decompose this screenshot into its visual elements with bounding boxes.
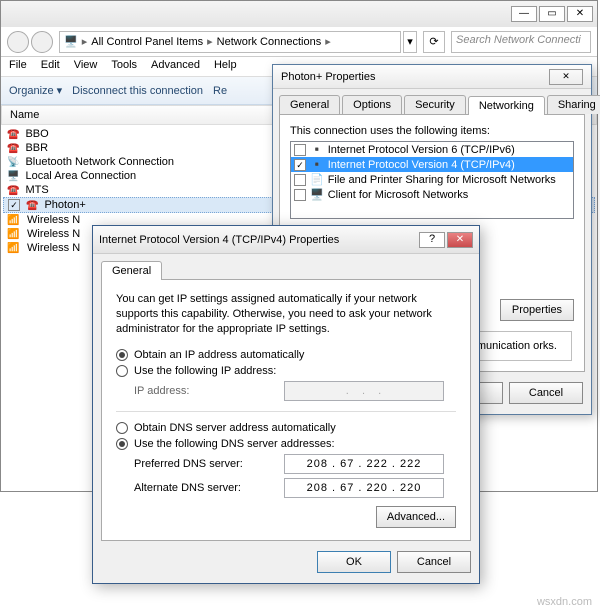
alternate-dns-input[interactable]: 208 . 67 . 220 . 220	[284, 478, 444, 498]
dialup-icon	[7, 128, 19, 140]
search-input[interactable]: Search Network Connecti	[451, 31, 591, 53]
properties-button[interactable]: Properties	[500, 299, 574, 321]
checkbox-icon[interactable]	[294, 189, 306, 201]
list-item-client-ms[interactable]: 🖥️ Client for Microsoft Networks	[291, 187, 573, 202]
maximize-button[interactable]: ▭	[539, 6, 565, 22]
network-items-list[interactable]: ▪️ Internet Protocol Version 6 (TCP/IPv6…	[290, 141, 574, 219]
chevron-right-icon: ▸	[207, 35, 213, 48]
window-titlebar: — ▭ ✕	[1, 1, 597, 27]
tab-strip: General Options Security Networking Shar…	[279, 95, 585, 114]
service-icon: 🖥️	[310, 188, 324, 201]
address-bar: 🖥️ ▸ All Control Panel Items ▸ Network C…	[1, 27, 597, 57]
tab-panel-general: You can get IP settings assigned automat…	[101, 279, 471, 541]
minimize-button[interactable]: —	[511, 6, 537, 22]
radio-dns-auto[interactable]: Obtain DNS server address automatically	[116, 422, 456, 434]
dialog-title: Internet Protocol Version 4 (TCP/IPv4) P…	[99, 234, 339, 246]
connection-label: Local Area Connection	[25, 170, 136, 182]
dialup-icon	[7, 142, 19, 154]
checkbox-icon[interactable]	[294, 144, 306, 156]
ip-address-input: . . .	[284, 381, 444, 401]
nav-back-button[interactable]	[7, 31, 29, 53]
rename-button[interactable]: Re	[213, 85, 227, 97]
radio-icon	[116, 438, 128, 450]
connection-label: MTS	[25, 184, 48, 196]
radio-icon	[116, 365, 128, 377]
connection-label: Bluetooth Network Connection	[25, 156, 174, 168]
tab-networking[interactable]: Networking	[468, 96, 545, 115]
net-icon	[7, 170, 19, 182]
folder-icon: 🖥️	[64, 35, 78, 48]
advanced-button[interactable]: Advanced...	[376, 506, 456, 528]
radio-icon	[116, 349, 128, 361]
disconnect-button[interactable]: Disconnect this connection	[72, 85, 203, 97]
chevron-right-icon: ▸	[82, 35, 88, 48]
breadcrumb-item-network-connections[interactable]: Network Connections	[217, 36, 322, 48]
checkbox-icon[interactable]: ✓	[8, 199, 20, 211]
connection-label: Photon+	[44, 199, 85, 211]
items-label: This connection uses the following items…	[290, 125, 574, 137]
organize-button[interactable]: Organize ▾	[9, 84, 62, 97]
close-button[interactable]: ✕	[447, 232, 473, 248]
info-text: You can get IP settings assigned automat…	[116, 292, 456, 337]
cancel-button[interactable]: Cancel	[509, 382, 583, 404]
breadcrumb[interactable]: 🖥️ ▸ All Control Panel Items ▸ Network C…	[59, 31, 401, 53]
tab-general[interactable]: General	[101, 261, 162, 280]
alternate-dns-label: Alternate DNS server:	[134, 482, 284, 494]
tcpip-properties-dialog: Internet Protocol Version 4 (TCP/IPv4) P…	[92, 225, 480, 584]
list-item-ipv4[interactable]: ✓ ▪️ Internet Protocol Version 4 (TCP/IP…	[291, 157, 573, 172]
chevron-down-icon: ▾	[57, 84, 63, 97]
bt-icon	[7, 156, 19, 168]
connection-label: BBR	[25, 142, 48, 154]
dialog-titlebar: Internet Protocol Version 4 (TCP/IPv4) P…	[93, 226, 479, 254]
tab-sharing[interactable]: Sharing	[547, 95, 600, 114]
radio-dns-manual[interactable]: Use the following DNS server addresses:	[116, 438, 456, 450]
menu-tools[interactable]: Tools	[111, 59, 137, 74]
breadcrumb-dropdown[interactable]: ▾	[403, 31, 417, 53]
ip-address-label: IP address:	[134, 385, 284, 397]
tab-general[interactable]: General	[279, 95, 340, 114]
menu-advanced[interactable]: Advanced	[151, 59, 200, 74]
nav-forward-button[interactable]	[31, 31, 53, 53]
cancel-button[interactable]: Cancel	[397, 551, 471, 573]
connection-label: BBO	[25, 128, 48, 140]
tab-options[interactable]: Options	[342, 95, 402, 114]
breadcrumb-item-control-panel[interactable]: All Control Panel Items	[91, 36, 203, 48]
connection-label: Wireless N	[27, 228, 80, 240]
signal-icon	[7, 214, 21, 226]
radio-ip-manual[interactable]: Use the following IP address:	[116, 365, 456, 377]
menu-view[interactable]: View	[74, 59, 98, 74]
dialog-title: Photon+ Properties	[281, 71, 375, 83]
close-button[interactable]: ✕	[567, 6, 593, 22]
tab-security[interactable]: Security	[404, 95, 466, 114]
protocol-icon: ▪️	[310, 143, 324, 156]
radio-icon	[116, 422, 128, 434]
menu-edit[interactable]: Edit	[41, 59, 60, 74]
menu-help[interactable]: Help	[214, 59, 237, 74]
watermark-text: wsxdn.com	[537, 596, 592, 608]
dialog-close-button[interactable]: ✕	[549, 69, 583, 85]
dialog-titlebar: Photon+ Properties ✕	[273, 65, 591, 89]
checkbox-icon[interactable]	[294, 174, 306, 186]
signal-icon	[7, 242, 21, 254]
help-button[interactable]: ?	[419, 232, 445, 248]
preferred-dns-label: Preferred DNS server:	[134, 458, 284, 470]
connection-label: Wireless N	[27, 242, 80, 254]
dialup-icon	[7, 184, 19, 196]
protocol-icon: ▪️	[310, 158, 324, 171]
menu-file[interactable]: File	[9, 59, 27, 74]
dialup-icon	[26, 199, 38, 211]
preferred-dns-input[interactable]: 208 . 67 . 222 . 222	[284, 454, 444, 474]
ok-button[interactable]: OK	[317, 551, 391, 573]
signal-icon	[7, 228, 21, 240]
list-item-file-sharing[interactable]: 📄 File and Printer Sharing for Microsoft…	[291, 172, 573, 187]
refresh-button[interactable]: ⟳	[423, 31, 445, 53]
radio-ip-auto[interactable]: Obtain an IP address automatically	[116, 349, 456, 361]
list-item-ipv6[interactable]: ▪️ Internet Protocol Version 6 (TCP/IPv6…	[291, 142, 573, 157]
service-icon: 📄	[310, 173, 324, 186]
checkbox-icon[interactable]: ✓	[294, 159, 306, 171]
chevron-right-icon: ▸	[325, 35, 331, 48]
connection-label: Wireless N	[27, 214, 80, 226]
